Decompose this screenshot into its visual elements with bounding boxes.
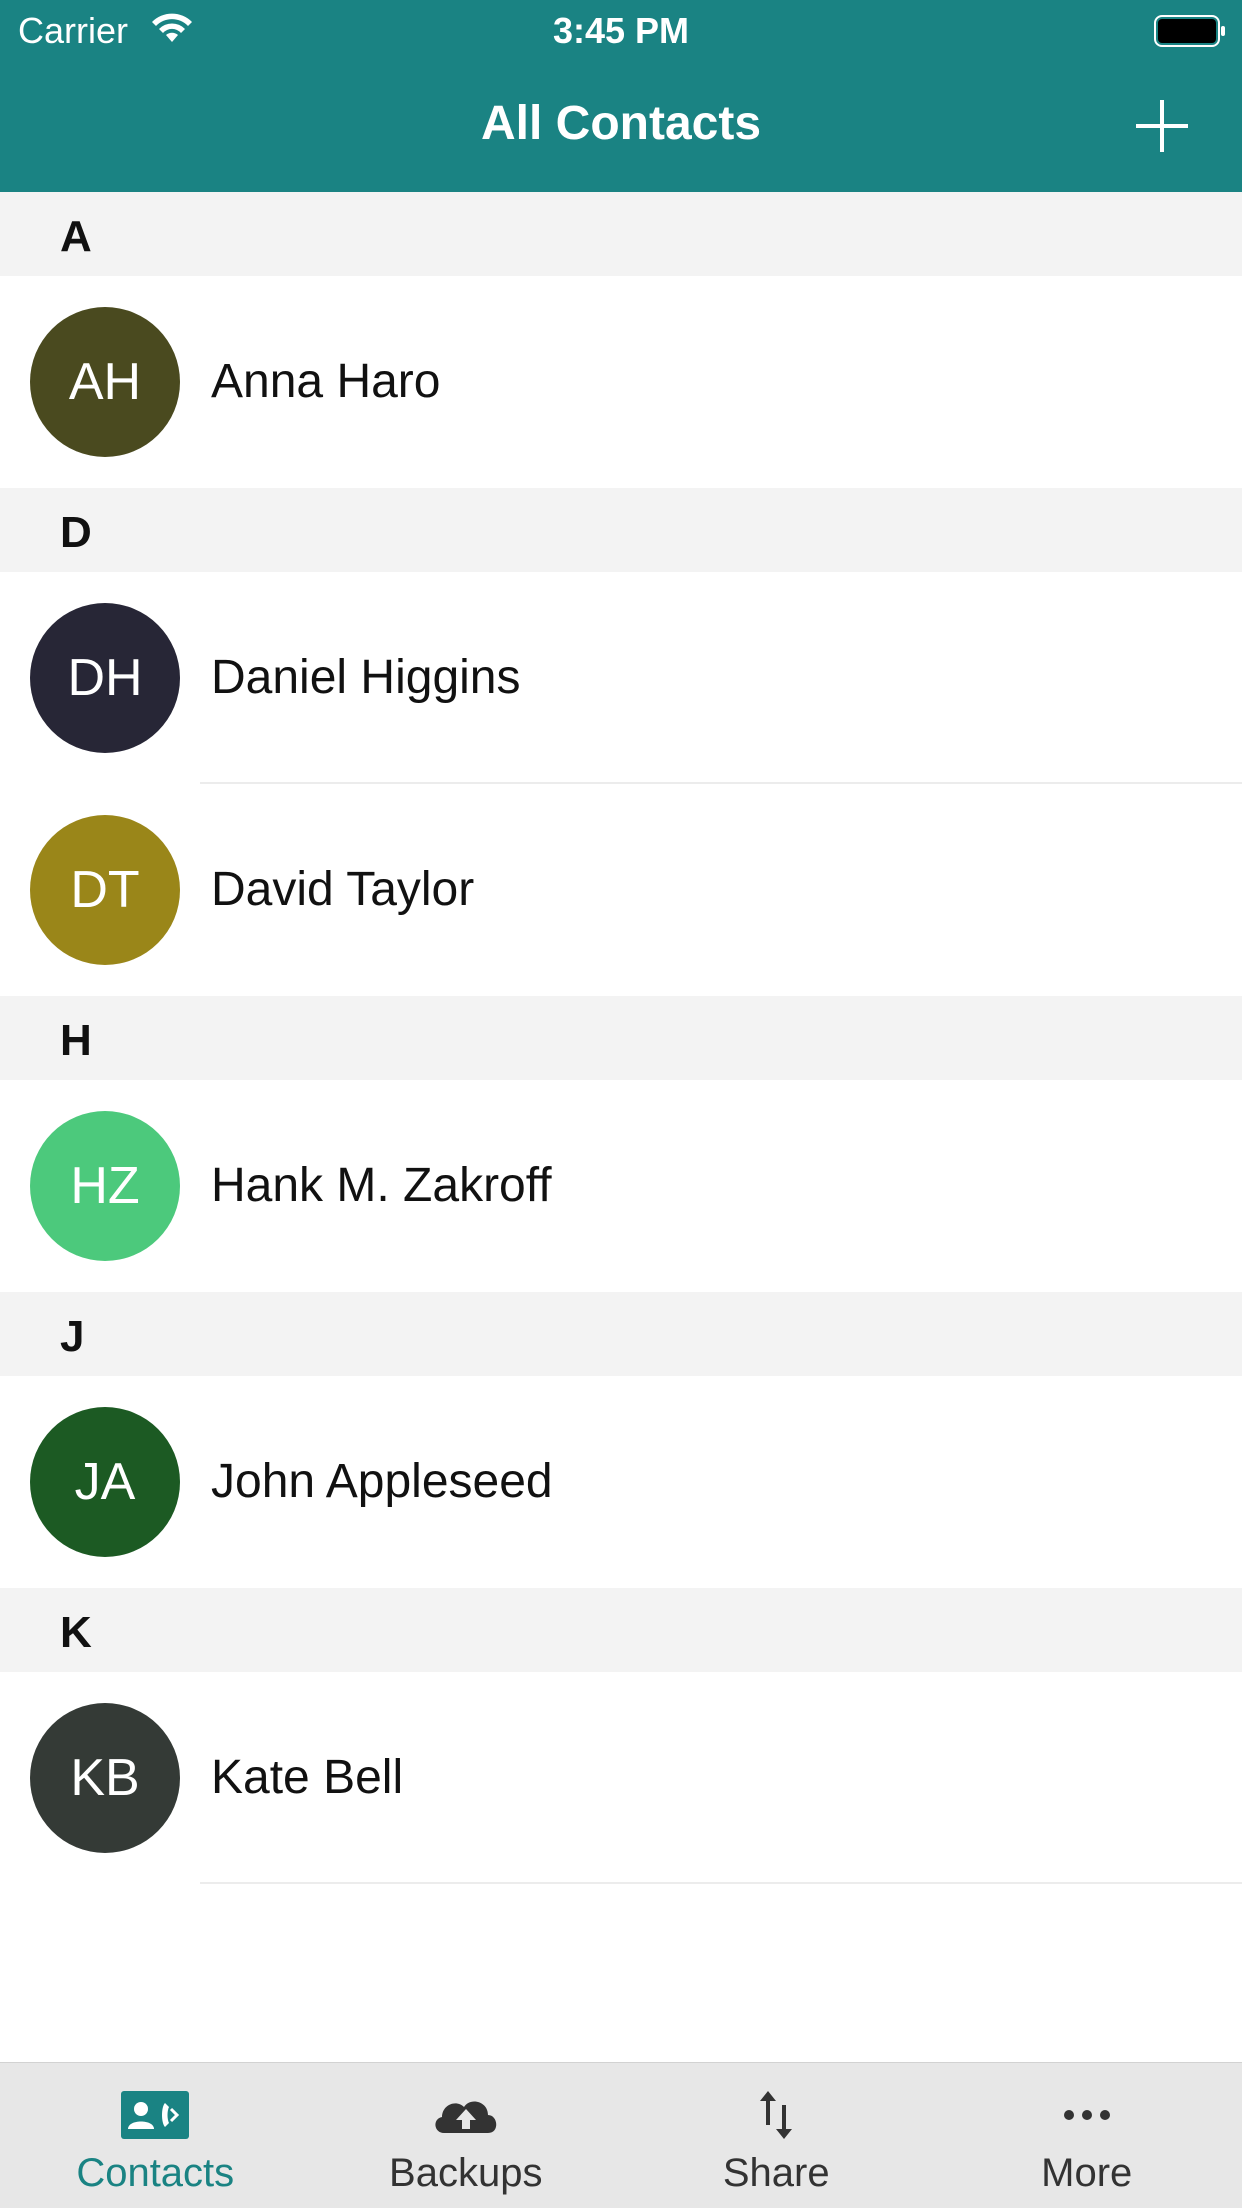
contact-row[interactable]: JA John Appleseed (0, 1376, 1242, 1588)
row-separator-inset (0, 1882, 200, 1884)
contact-name: Hank M. Zakroff (211, 1159, 552, 1212)
contacts-list[interactable]: A AH Anna Haro D DH Daniel Higgins DT Da… (0, 192, 1242, 1884)
section-header-j: J (0, 1292, 1242, 1376)
share-arrows-icon (760, 2091, 793, 2139)
contact-row[interactable]: DT David Taylor (0, 784, 1242, 996)
tab-label: Backups (389, 2151, 543, 2195)
section-header-k: K (0, 1588, 1242, 1672)
navigation-header: Carrier 3:45 PM All Contacts (0, 0, 1242, 192)
contact-row[interactable]: AH Anna Haro (0, 276, 1242, 488)
tab-label: Contacts (76, 2151, 235, 2195)
contact-row[interactable]: DH Daniel Higgins (0, 572, 1242, 784)
avatar-initials: HZ (70, 1157, 140, 1215)
tab-bar: Contacts Backups Share More (0, 2062, 1242, 2208)
tab-backups[interactable]: Backups (311, 2063, 622, 2208)
status-time: 3:45 PM (552, 10, 690, 51)
section-header-h: H (0, 996, 1242, 1080)
avatar-initials: AH (68, 353, 142, 411)
avatar-initials: JA (74, 1453, 136, 1511)
section-letter: J (60, 1312, 85, 1361)
tab-contacts[interactable]: Contacts (0, 2063, 311, 2208)
more-icon (1063, 2110, 1110, 2120)
avatar: KB (30, 1703, 180, 1853)
tab-more[interactable]: More (932, 2063, 1242, 2208)
section-letter: A (60, 212, 92, 261)
section-letter: K (60, 1608, 92, 1657)
avatar: AH (30, 307, 180, 457)
page-title: All Contacts (480, 97, 762, 150)
contact-name: David Taylor (211, 863, 475, 916)
section-header-d: D (0, 488, 1242, 572)
contact-name: Kate Bell (211, 1751, 404, 1804)
contact-name: John Appleseed (211, 1455, 553, 1508)
section-header-a: A (0, 192, 1242, 276)
tab-label: More (1041, 2151, 1133, 2195)
avatar: HZ (30, 1111, 180, 1261)
avatar-initials: DT (70, 861, 140, 919)
battery-icon (1154, 15, 1225, 47)
contact-row[interactable]: HZ Hank M. Zakroff (0, 1080, 1242, 1292)
avatar: DH (30, 603, 180, 753)
contact-name: Daniel Higgins (211, 651, 521, 704)
contact-name: Anna Haro (211, 355, 441, 408)
tab-label: Share (722, 2151, 830, 2195)
contacts-icon (121, 2091, 190, 2139)
contact-row[interactable]: KB Kate Bell (0, 1672, 1242, 1884)
section-letter: H (60, 1016, 92, 1065)
avatar-initials: KB (70, 1749, 140, 1807)
cloud-upload-icon (435, 2101, 497, 2133)
avatar-initials: DH (67, 649, 143, 707)
plus-icon (1136, 100, 1188, 152)
avatar: DT (30, 815, 180, 965)
section-letter: D (60, 508, 92, 557)
tab-share[interactable]: Share (621, 2063, 932, 2208)
avatar: JA (30, 1407, 180, 1557)
status-bar: Carrier 3:45 PM (0, 0, 1242, 62)
add-contact-button[interactable] (1132, 96, 1192, 156)
